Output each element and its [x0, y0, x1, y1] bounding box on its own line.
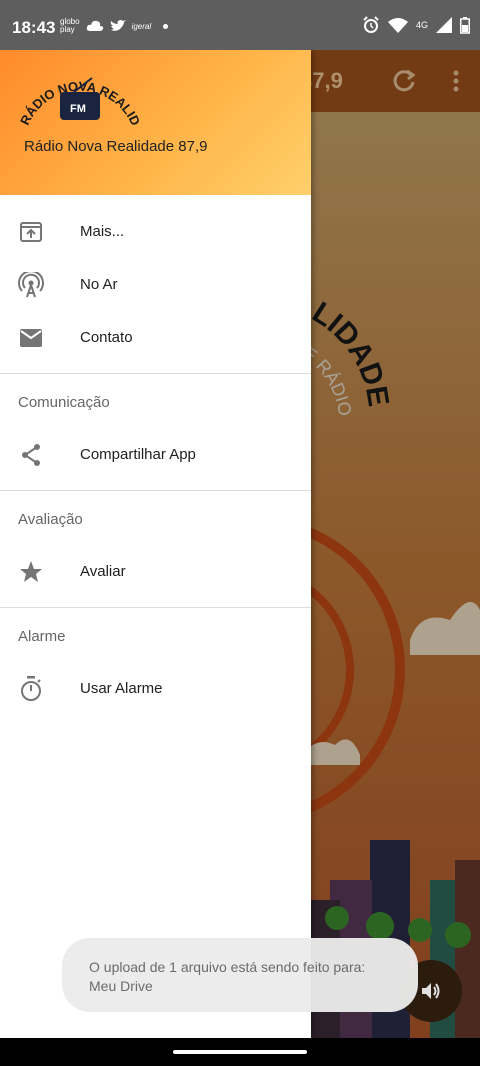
status-time: 18:43: [12, 18, 56, 37]
dot-icon: [163, 23, 169, 29]
system-navigation-bar: [0, 1038, 480, 1066]
open-in-browser-icon: [18, 219, 44, 245]
menu-item-label: Compartilhar App: [80, 446, 196, 463]
alarm-icon: [363, 16, 379, 33]
menu-item-mais[interactable]: Mais...: [0, 205, 311, 258]
igeral-icon: igeral: [131, 21, 152, 31]
section-title-alarme: Alarme: [18, 628, 66, 645]
menu-item-compartilhar-app[interactable]: Compartilhar App: [0, 428, 311, 481]
menu-item-usar-alarme[interactable]: Usar Alarme: [0, 662, 311, 715]
wifi-icon: [387, 18, 408, 33]
menu-item-label: Contato: [80, 329, 133, 346]
email-icon: [18, 325, 44, 351]
menu-item-label: No Ar: [80, 276, 118, 293]
share-icon: [18, 442, 44, 468]
cloud-icon: [86, 20, 103, 31]
menu-item-contato[interactable]: Contato: [0, 311, 311, 364]
status-bar: 18:43 globo play igeral 4G: [0, 0, 480, 56]
system-icons: 4G: [362, 16, 470, 34]
twitter-icon: [110, 20, 126, 31]
navigation-drawer: RÁDIO NOVA REALIDADE FM Rádio Nova Reali…: [0, 50, 311, 1038]
drawer-header: RÁDIO NOVA REALIDADE FM Rádio Nova Reali…: [0, 50, 311, 195]
network-type: 4G: [415, 20, 428, 30]
toast-message: O upload de 1 arquivo está sendo feito p…: [89, 959, 366, 994]
globoplay-icon: globo play: [60, 17, 80, 34]
divider: [0, 607, 311, 608]
menu-item-label: Usar Alarme: [80, 680, 163, 697]
divider: [0, 490, 311, 491]
divider: [0, 373, 311, 374]
logo-badge: FM: [70, 103, 86, 115]
menu-item-label: Mais...: [80, 223, 125, 240]
menu-item-label: Avaliar: [80, 563, 126, 580]
signal-icon: [436, 17, 452, 33]
app-screen: 87,9 ALIDADE DE RÁDIO RÁDIO NOVA REALIDA…: [0, 50, 480, 1038]
section-title-comunicacao: Comunicação: [18, 394, 110, 411]
battery-icon: [460, 16, 470, 34]
upload-toast: O upload de 1 arquivo está sendo feito p…: [62, 938, 418, 1012]
menu-item-no-ar[interactable]: No Ar: [0, 258, 311, 311]
star-icon: [18, 559, 44, 585]
drawer-subtitle: Rádio Nova Realidade 87,9: [24, 138, 208, 155]
station-logo: RÁDIO NOVA REALIDADE FM: [20, 60, 140, 128]
notification-icons: globo play igeral: [60, 17, 169, 34]
section-title-avaliacao: Avaliação: [18, 511, 83, 528]
menu-item-avaliar[interactable]: Avaliar: [0, 545, 311, 598]
timer-icon: [18, 675, 44, 702]
volume-icon: [422, 983, 440, 999]
broadcast-icon: [18, 271, 44, 298]
home-gesture-handle[interactable]: [173, 1050, 307, 1054]
